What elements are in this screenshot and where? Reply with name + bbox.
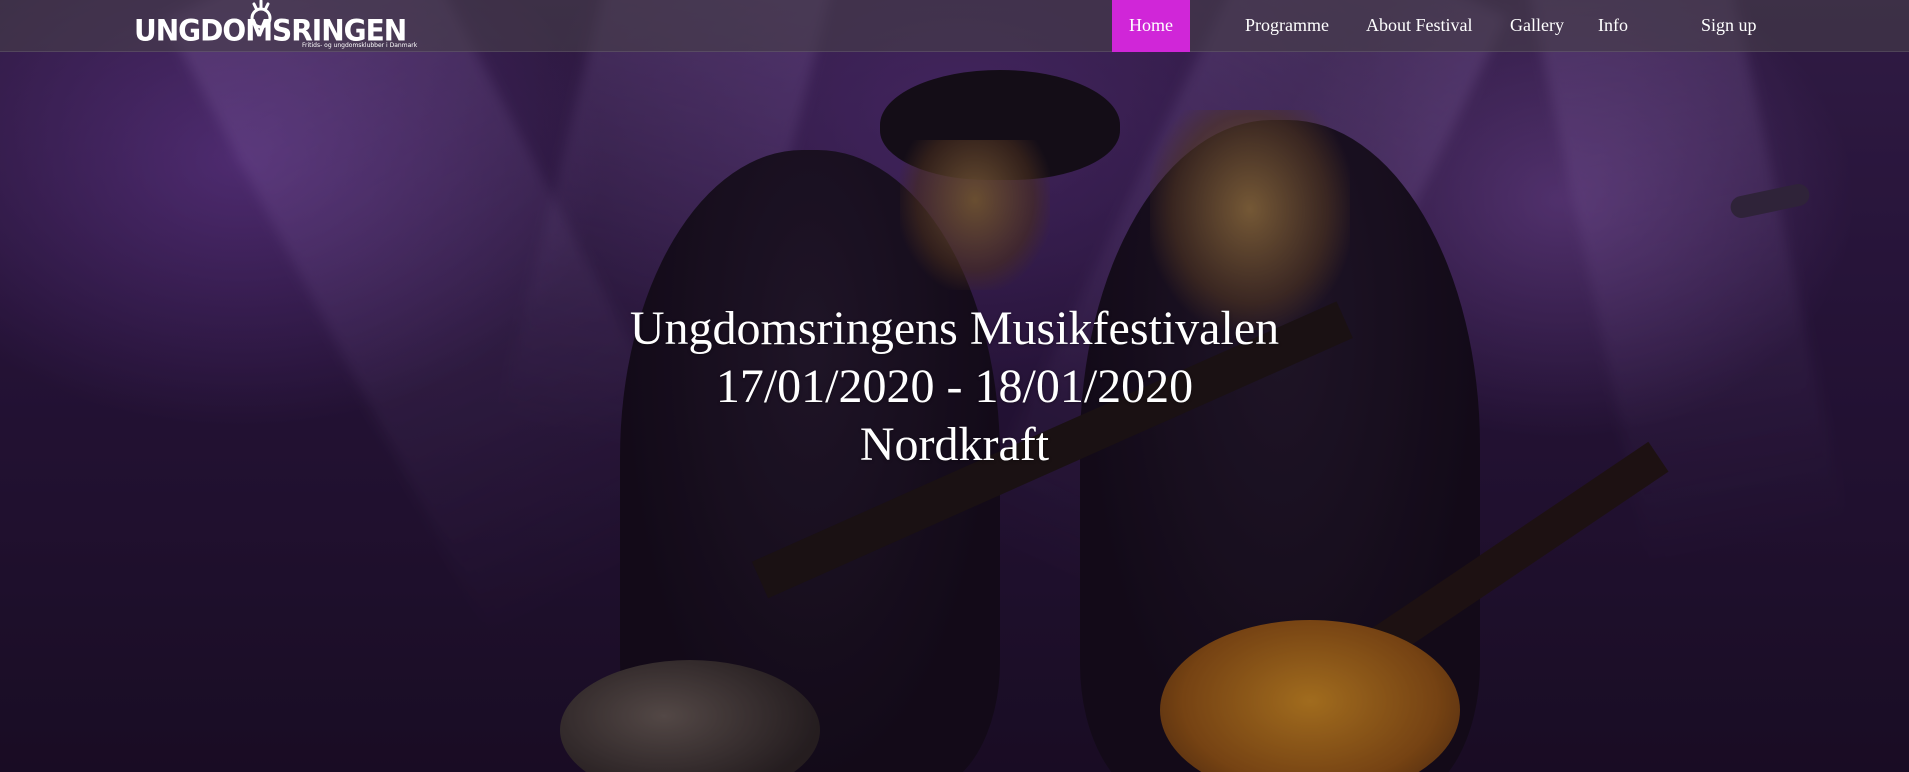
nav-sign-up[interactable]: Sign up: [1701, 0, 1757, 52]
hero-heading: Ungdomsringens Musikfestivalen 17/01/202…: [0, 300, 1909, 474]
nav-about-festival[interactable]: About Festival: [1366, 0, 1473, 52]
ring-logo-icon: [250, 0, 272, 29]
nav-programme[interactable]: Programme: [1245, 0, 1329, 52]
nav-gallery[interactable]: Gallery: [1510, 0, 1564, 52]
site-logo[interactable]: UNGDOMSRINGEN Fritids- og ungdomsklubber…: [134, 0, 424, 50]
nav-info[interactable]: Info: [1598, 0, 1628, 52]
logo-tagline: Fritids- og ungdomsklubber i Danmark: [302, 42, 418, 49]
nav-home[interactable]: Home: [1112, 0, 1190, 52]
festival-title: Ungdomsringens Musikfestivalen: [629, 302, 1280, 355]
festival-venue: Nordkraft: [859, 418, 1050, 471]
top-navbar: UNGDOMSRINGEN Fritids- og ungdomsklubber…: [0, 0, 1909, 52]
festival-dates: 17/01/2020 - 18/01/2020: [715, 360, 1194, 413]
